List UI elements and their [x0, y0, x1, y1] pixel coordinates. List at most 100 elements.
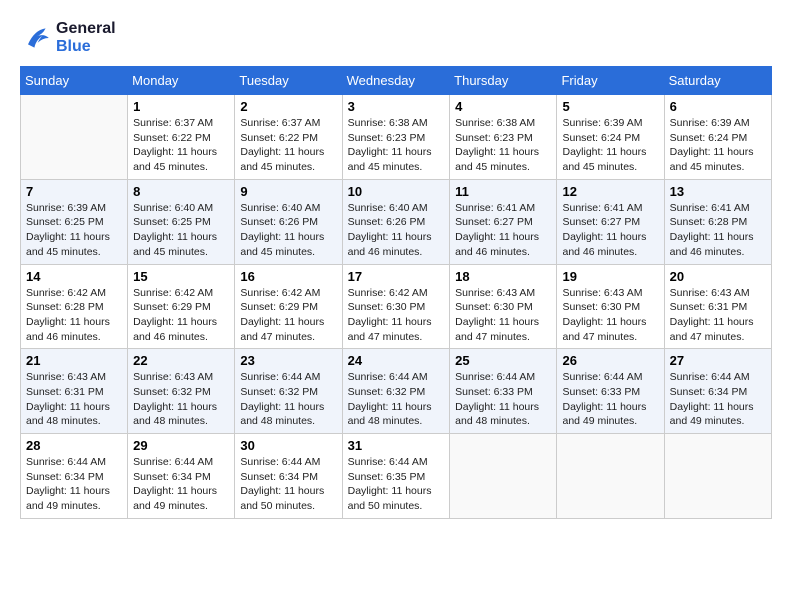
calendar-cell: 26 Sunrise: 6:44 AMSunset: 6:33 PMDayligh…	[557, 349, 664, 434]
logo-icon	[20, 22, 52, 54]
day-info: Sunrise: 6:44 AMSunset: 6:34 PMDaylight:…	[670, 370, 766, 429]
day-number: 13	[670, 184, 766, 199]
logo: General Blue	[20, 20, 116, 56]
calendar-week-row: 28 Sunrise: 6:44 AMSunset: 6:34 PMDayligh…	[21, 434, 772, 519]
calendar-week-row: 14 Sunrise: 6:42 AMSunset: 6:28 PMDayligh…	[21, 264, 772, 349]
weekday-header: Thursday	[450, 67, 557, 95]
day-number: 9	[240, 184, 336, 199]
day-info: Sunrise: 6:37 AMSunset: 6:22 PMDaylight:…	[240, 116, 336, 175]
day-number: 29	[133, 438, 229, 453]
calendar-cell: 8 Sunrise: 6:40 AMSunset: 6:25 PMDaylight…	[128, 179, 235, 264]
calendar-cell: 19 Sunrise: 6:43 AMSunset: 6:30 PMDayligh…	[557, 264, 664, 349]
calendar-cell: 27 Sunrise: 6:44 AMSunset: 6:34 PMDayligh…	[664, 349, 771, 434]
calendar-cell: 14 Sunrise: 6:42 AMSunset: 6:28 PMDayligh…	[21, 264, 128, 349]
day-number: 28	[26, 438, 122, 453]
day-info: Sunrise: 6:44 AMSunset: 6:32 PMDaylight:…	[348, 370, 445, 429]
weekday-header: Sunday	[21, 67, 128, 95]
calendar-week-row: 7Sunrise: 6:39 AMSunset: 6:25 PMDaylight…	[21, 179, 772, 264]
calendar-cell: 23Sunrise: 6:44 AMSunset: 6:32 PMDayligh…	[235, 349, 342, 434]
weekday-header: Saturday	[664, 67, 771, 95]
day-number: 2	[240, 99, 336, 114]
day-info: Sunrise: 6:44 AMSunset: 6:35 PMDaylight:…	[348, 455, 445, 514]
calendar-cell: 4 Sunrise: 6:38 AMSunset: 6:23 PMDaylight…	[450, 95, 557, 180]
calendar-cell: 24 Sunrise: 6:44 AMSunset: 6:32 PMDayligh…	[342, 349, 450, 434]
day-info: Sunrise: 6:40 AMSunset: 6:25 PMDaylight:…	[133, 201, 229, 260]
calendar-cell: 5 Sunrise: 6:39 AMSunset: 6:24 PMDaylight…	[557, 95, 664, 180]
day-info: Sunrise: 6:41 AMSunset: 6:27 PMDaylight:…	[562, 201, 658, 260]
day-number: 15	[133, 269, 229, 284]
day-info: Sunrise: 6:38 AMSunset: 6:23 PMDaylight:…	[348, 116, 445, 175]
day-number: 11	[455, 184, 551, 199]
day-number: 27	[670, 353, 766, 368]
calendar-cell: 13Sunrise: 6:41 AMSunset: 6:28 PMDayligh…	[664, 179, 771, 264]
day-info: Sunrise: 6:43 AMSunset: 6:30 PMDaylight:…	[562, 286, 658, 345]
calendar-cell: 7Sunrise: 6:39 AMSunset: 6:25 PMDaylight…	[21, 179, 128, 264]
calendar-cell: 22 Sunrise: 6:43 AMSunset: 6:32 PMDayligh…	[128, 349, 235, 434]
day-info: Sunrise: 6:39 AMSunset: 6:25 PMDaylight:…	[26, 201, 122, 260]
day-number: 24	[348, 353, 445, 368]
page-header: General Blue	[20, 20, 772, 56]
day-number: 3	[348, 99, 445, 114]
weekday-header: Friday	[557, 67, 664, 95]
weekday-header: Monday	[128, 67, 235, 95]
day-info: Sunrise: 6:42 AMSunset: 6:29 PMDaylight:…	[240, 286, 336, 345]
calendar-cell: 25Sunrise: 6:44 AMSunset: 6:33 PMDayligh…	[450, 349, 557, 434]
logo-text: General Blue	[56, 20, 116, 56]
calendar-cell: 10 Sunrise: 6:40 AMSunset: 6:26 PMDayligh…	[342, 179, 450, 264]
day-info: Sunrise: 6:42 AMSunset: 6:29 PMDaylight:…	[133, 286, 229, 345]
day-info: Sunrise: 6:38 AMSunset: 6:23 PMDaylight:…	[455, 116, 551, 175]
calendar-cell: 18Sunrise: 6:43 AMSunset: 6:30 PMDayligh…	[450, 264, 557, 349]
day-number: 22	[133, 353, 229, 368]
calendar-week-row: 1 Sunrise: 6:37 AMSunset: 6:22 PMDaylight…	[21, 95, 772, 180]
calendar-cell: 6Sunrise: 6:39 AMSunset: 6:24 PMDaylight…	[664, 95, 771, 180]
day-info: Sunrise: 6:44 AMSunset: 6:33 PMDaylight:…	[455, 370, 551, 429]
day-number: 17	[348, 269, 445, 284]
day-info: Sunrise: 6:42 AMSunset: 6:28 PMDaylight:…	[26, 286, 122, 345]
day-info: Sunrise: 6:44 AMSunset: 6:34 PMDaylight:…	[133, 455, 229, 514]
calendar-cell: 20 Sunrise: 6:43 AMSunset: 6:31 PMDayligh…	[664, 264, 771, 349]
calendar-cell: 15 Sunrise: 6:42 AMSunset: 6:29 PMDayligh…	[128, 264, 235, 349]
day-number: 1	[133, 99, 229, 114]
day-number: 6	[670, 99, 766, 114]
day-number: 4	[455, 99, 551, 114]
calendar-cell: 28 Sunrise: 6:44 AMSunset: 6:34 PMDayligh…	[21, 434, 128, 519]
weekday-header: Tuesday	[235, 67, 342, 95]
day-info: Sunrise: 6:44 AMSunset: 6:34 PMDaylight:…	[240, 455, 336, 514]
day-number: 16	[240, 269, 336, 284]
calendar-cell: 9Sunrise: 6:40 AMSunset: 6:26 PMDaylight…	[235, 179, 342, 264]
day-number: 31	[348, 438, 445, 453]
day-number: 14	[26, 269, 122, 284]
day-number: 8	[133, 184, 229, 199]
day-info: Sunrise: 6:41 AMSunset: 6:27 PMDaylight:…	[455, 201, 551, 260]
day-number: 10	[348, 184, 445, 199]
calendar-cell: 2 Sunrise: 6:37 AMSunset: 6:22 PMDaylight…	[235, 95, 342, 180]
calendar-header-row: SundayMondayTuesdayWednesdayThursdayFrid…	[21, 67, 772, 95]
day-number: 20	[670, 269, 766, 284]
calendar-cell: 31 Sunrise: 6:44 AMSunset: 6:35 PMDayligh…	[342, 434, 450, 519]
day-info: Sunrise: 6:43 AMSunset: 6:31 PMDaylight:…	[670, 286, 766, 345]
day-info: Sunrise: 6:44 AMSunset: 6:34 PMDaylight:…	[26, 455, 122, 514]
day-info: Sunrise: 6:40 AMSunset: 6:26 PMDaylight:…	[348, 201, 445, 260]
day-info: Sunrise: 6:39 AMSunset: 6:24 PMDaylight:…	[562, 116, 658, 175]
calendar-cell	[664, 434, 771, 519]
day-info: Sunrise: 6:44 AMSunset: 6:32 PMDaylight:…	[240, 370, 336, 429]
day-number: 26	[562, 353, 658, 368]
calendar-cell: 16 Sunrise: 6:42 AMSunset: 6:29 PMDayligh…	[235, 264, 342, 349]
calendar-cell: 3 Sunrise: 6:38 AMSunset: 6:23 PMDaylight…	[342, 95, 450, 180]
day-info: Sunrise: 6:43 AMSunset: 6:32 PMDaylight:…	[133, 370, 229, 429]
day-number: 21	[26, 353, 122, 368]
day-number: 12	[562, 184, 658, 199]
day-number: 19	[562, 269, 658, 284]
calendar-cell: 29 Sunrise: 6:44 AMSunset: 6:34 PMDayligh…	[128, 434, 235, 519]
day-info: Sunrise: 6:44 AMSunset: 6:33 PMDaylight:…	[562, 370, 658, 429]
day-number: 5	[562, 99, 658, 114]
calendar-cell: 21Sunrise: 6:43 AMSunset: 6:31 PMDayligh…	[21, 349, 128, 434]
day-info: Sunrise: 6:43 AMSunset: 6:30 PMDaylight:…	[455, 286, 551, 345]
day-info: Sunrise: 6:37 AMSunset: 6:22 PMDaylight:…	[133, 116, 229, 175]
calendar-cell	[450, 434, 557, 519]
calendar-cell: 11 Sunrise: 6:41 AMSunset: 6:27 PMDayligh…	[450, 179, 557, 264]
weekday-header: Wednesday	[342, 67, 450, 95]
calendar-cell	[21, 95, 128, 180]
day-info: Sunrise: 6:42 AMSunset: 6:30 PMDaylight:…	[348, 286, 445, 345]
calendar-cell	[557, 434, 664, 519]
